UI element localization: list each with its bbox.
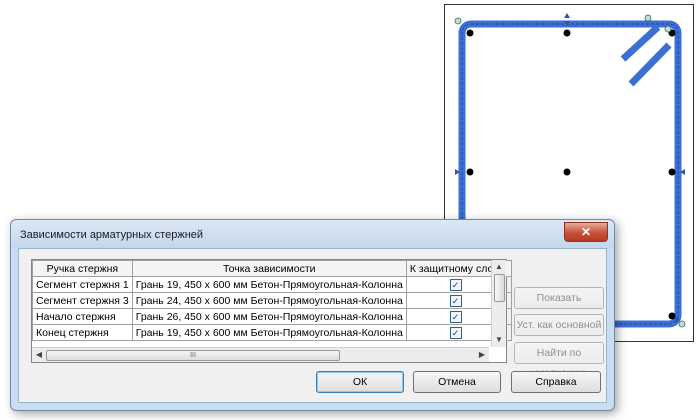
cancel-button[interactable]: Отмена: [413, 371, 501, 393]
vertical-scroll-thumb[interactable]: [494, 274, 505, 302]
find-default-button[interactable]: Найти по умолчанию: [514, 342, 604, 379]
table-row[interactable]: Начало стержня Грань 26, 450 x 600 мм Бе…: [32, 308, 513, 325]
cell-to-cover[interactable]: ✓: [405, 276, 506, 293]
horizontal-scrollbar[interactable]: ◀ III ▶: [32, 347, 489, 362]
help-button[interactable]: Справка: [511, 371, 601, 393]
table-row[interactable]: Конец стержня Грань 19, 450 x 600 мм Бет…: [32, 324, 513, 341]
vertical-scrollbar[interactable]: ▲ ▼: [491, 260, 506, 347]
set-as-primary-button[interactable]: Уст. как основной: [514, 314, 604, 336]
cell-handle[interactable]: Начало стержня: [32, 308, 133, 325]
cell-point[interactable]: Грань 19, 450 x 600 мм Бетон-Прямоугольн…: [131, 324, 407, 341]
column-header-point[interactable]: Точка зависимости: [131, 260, 407, 277]
bar-dot: [466, 168, 474, 176]
to-cover-checkbox[interactable]: ✓: [449, 326, 462, 339]
scroll-right-arrow-icon[interactable]: ▶: [476, 349, 488, 361]
column-header-handle[interactable]: Ручка стержня: [32, 260, 133, 277]
grip-handle[interactable]: [664, 25, 672, 33]
bar-dot: [668, 312, 676, 320]
table-row[interactable]: Сегмент стержня 1 Грань 19, 450 x 600 мм…: [32, 276, 513, 293]
dialog-body: Ручка стержня Точка зависимости К защитн…: [18, 248, 607, 403]
rebar-constraints-dialog: Зависимости арматурных стержней ✕ Ручка …: [10, 219, 615, 411]
constraints-grid: Ручка стержня Точка зависимости К защитн…: [32, 260, 513, 341]
bar-dot: [563, 168, 571, 176]
show-current-button[interactable]: Показать текущую: [514, 287, 604, 324]
cell-to-cover[interactable]: ✓: [405, 324, 506, 341]
ok-button[interactable]: ОК: [316, 371, 404, 393]
constraints-table: Ручка стержня Точка зависимости К защитн…: [31, 259, 513, 363]
to-cover-checkbox[interactable]: ✓: [449, 278, 462, 291]
grip-handle[interactable]: [678, 320, 686, 328]
to-cover-checkbox[interactable]: ✓: [449, 310, 462, 323]
cell-handle[interactable]: Конец стержня: [32, 324, 133, 341]
scroll-up-arrow-icon[interactable]: ▲: [493, 261, 505, 273]
dialog-title: Зависимости арматурных стержней: [20, 229, 204, 241]
grip-handle[interactable]: [644, 14, 652, 22]
scroll-down-arrow-icon[interactable]: ▼: [493, 334, 505, 346]
grip-handle[interactable]: [454, 17, 462, 25]
bar-dot: [466, 29, 474, 37]
cell-to-cover[interactable]: ✓: [405, 292, 506, 309]
bar-dot: [563, 29, 571, 37]
cell-handle[interactable]: Сегмент стержня 1: [32, 276, 133, 293]
cell-point[interactable]: Грань 26, 450 x 600 мм Бетон-Прямоугольн…: [131, 308, 407, 325]
title-bar[interactable]: Зависимости арматурных стержней ✕: [11, 220, 614, 248]
column-header-to-cover[interactable]: К защитному слою: [405, 260, 506, 277]
rebar-hook-1: [620, 24, 661, 62]
cell-point[interactable]: Грань 19, 450 x 600 мм Бетон-Прямоугольн…: [131, 276, 407, 293]
cell-to-cover[interactable]: ✓: [405, 308, 506, 325]
cell-handle[interactable]: Сегмент стержня 3: [32, 292, 133, 309]
table-header-row: Ручка стержня Точка зависимости К защитн…: [32, 260, 513, 277]
bar-dot: [668, 168, 676, 176]
scroll-left-arrow-icon[interactable]: ◀: [33, 349, 45, 361]
to-cover-checkbox[interactable]: ✓: [449, 294, 462, 307]
close-button[interactable]: ✕: [564, 222, 608, 242]
table-row[interactable]: Сегмент стержня 3 Грань 24, 450 x 600 мм…: [32, 292, 513, 309]
cell-point[interactable]: Грань 24, 450 x 600 мм Бетон-Прямоугольн…: [131, 292, 407, 309]
horizontal-scroll-thumb[interactable]: III: [46, 350, 340, 361]
